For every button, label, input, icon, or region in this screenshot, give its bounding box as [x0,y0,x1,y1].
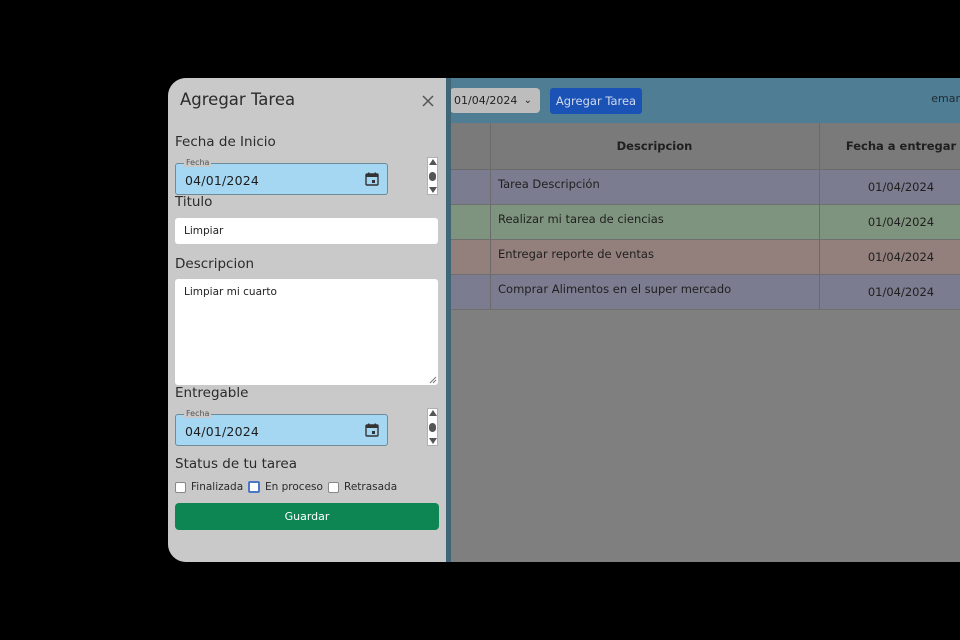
row-description: Tarea Descripción [498,177,600,191]
table-row[interactable]: Comprar Alimentos en el super mercado 01… [446,275,960,310]
status-option-label: Finalizada [191,481,244,493]
row-due-date: 01/04/2024 [867,180,935,194]
deliverable-date-spinner[interactable] [427,408,438,446]
row-due-date: 01/04/2024 [867,215,935,229]
title-label: Titulo [175,194,213,210]
start-date-spinner[interactable] [427,157,438,195]
deliverable-label: Entregable [175,385,249,401]
description-value: Limpiar mi cuarto [184,286,277,298]
deliverable-date-value: 04/01/2024 [185,424,260,439]
calendar-icon[interactable] [365,423,379,437]
panel-divider [446,78,451,562]
table-row[interactable]: Tarea Descripción 01/04/2024 [446,170,960,205]
toolbar: 01/04/2024 ⌄ Agregar Tarea emar [446,78,960,123]
calendar-icon[interactable] [365,172,379,186]
row-description: Realizar mi tarea de ciencias [498,212,664,226]
description-label: Descripcion [175,256,255,272]
column-header-due-date: Fecha a entregar [845,139,957,153]
table-header: Descripcion Fecha a entregar [446,123,960,170]
save-button[interactable]: Guardar [175,503,439,530]
title-input[interactable]: Limpiar [175,218,438,244]
column-header-description: Descripcion [616,139,693,153]
start-date-value: 04/01/2024 [185,173,260,188]
start-date-field[interactable]: Fecha 04/01/2024 [175,158,388,195]
add-task-button[interactable]: Agregar Tarea [550,88,642,114]
chevron-down-icon: ⌄ [523,95,532,106]
row-due-date: 01/04/2024 [867,250,935,264]
user-label: emar [931,92,960,105]
spinner-up-icon[interactable] [429,410,437,416]
add-task-panel: Agregar Tarea Fecha de Inicio Fecha 04/0… [168,78,446,562]
status-option-label: En proceso [265,481,323,493]
close-icon [422,95,434,107]
status-option-label: Retrasada [344,481,398,493]
deliverable-date-field[interactable]: Fecha 04/01/2024 [175,409,388,446]
checkbox[interactable] [248,481,260,493]
task-list-view: 01/04/2024 ⌄ Agregar Tarea emar Descripc… [446,78,960,562]
description-textarea[interactable]: Limpiar mi cuarto [175,279,438,385]
date-filter-select[interactable]: 01/04/2024 ⌄ [450,88,540,113]
spinner-down-icon[interactable] [429,187,437,193]
start-date-label: Fecha de Inicio [175,134,276,150]
panel-title: Agregar Tarea [180,90,296,109]
app-window: 01/04/2024 ⌄ Agregar Tarea emar Descripc… [168,78,960,562]
row-description: Comprar Alimentos en el super mercado [498,282,732,296]
status-label: Status de tu tarea [175,456,298,472]
resize-grip-icon[interactable] [429,376,437,384]
spinner-thumb[interactable] [429,172,436,181]
spinner-down-icon[interactable] [429,438,437,444]
deliverable-date-legend: Fecha [184,409,212,418]
row-description: Entregar reporte de ventas [498,247,654,261]
spinner-thumb[interactable] [429,423,436,432]
table-row[interactable]: Realizar mi tarea de ciencias 01/04/2024 [446,205,960,240]
spinner-up-icon[interactable] [429,159,437,165]
checkbox[interactable] [175,482,186,493]
row-due-date: 01/04/2024 [867,285,935,299]
close-button[interactable] [420,93,436,109]
task-table: Descripcion Fecha a entregar Tarea Descr… [446,123,960,310]
table-row[interactable]: Entregar reporte de ventas 01/04/2024 [446,240,960,275]
checkbox[interactable] [328,482,339,493]
start-date-legend: Fecha [184,158,212,167]
date-filter-value: 01/04/2024 [454,94,518,107]
